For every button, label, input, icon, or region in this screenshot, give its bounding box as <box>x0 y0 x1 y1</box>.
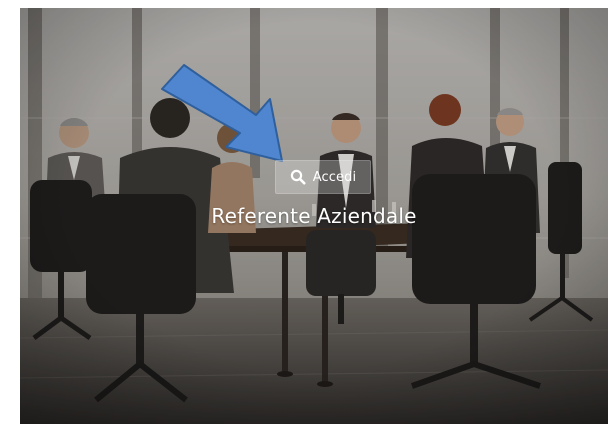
arrow-annotation-icon <box>161 64 283 162</box>
page-title: Referente Aziendale <box>211 204 417 228</box>
search-icon <box>290 169 306 185</box>
login-button[interactable]: Accedi <box>275 160 371 194</box>
hero-panel: Accedi Referente Aziendale <box>20 8 608 424</box>
login-button-label: Accedi <box>312 169 357 185</box>
